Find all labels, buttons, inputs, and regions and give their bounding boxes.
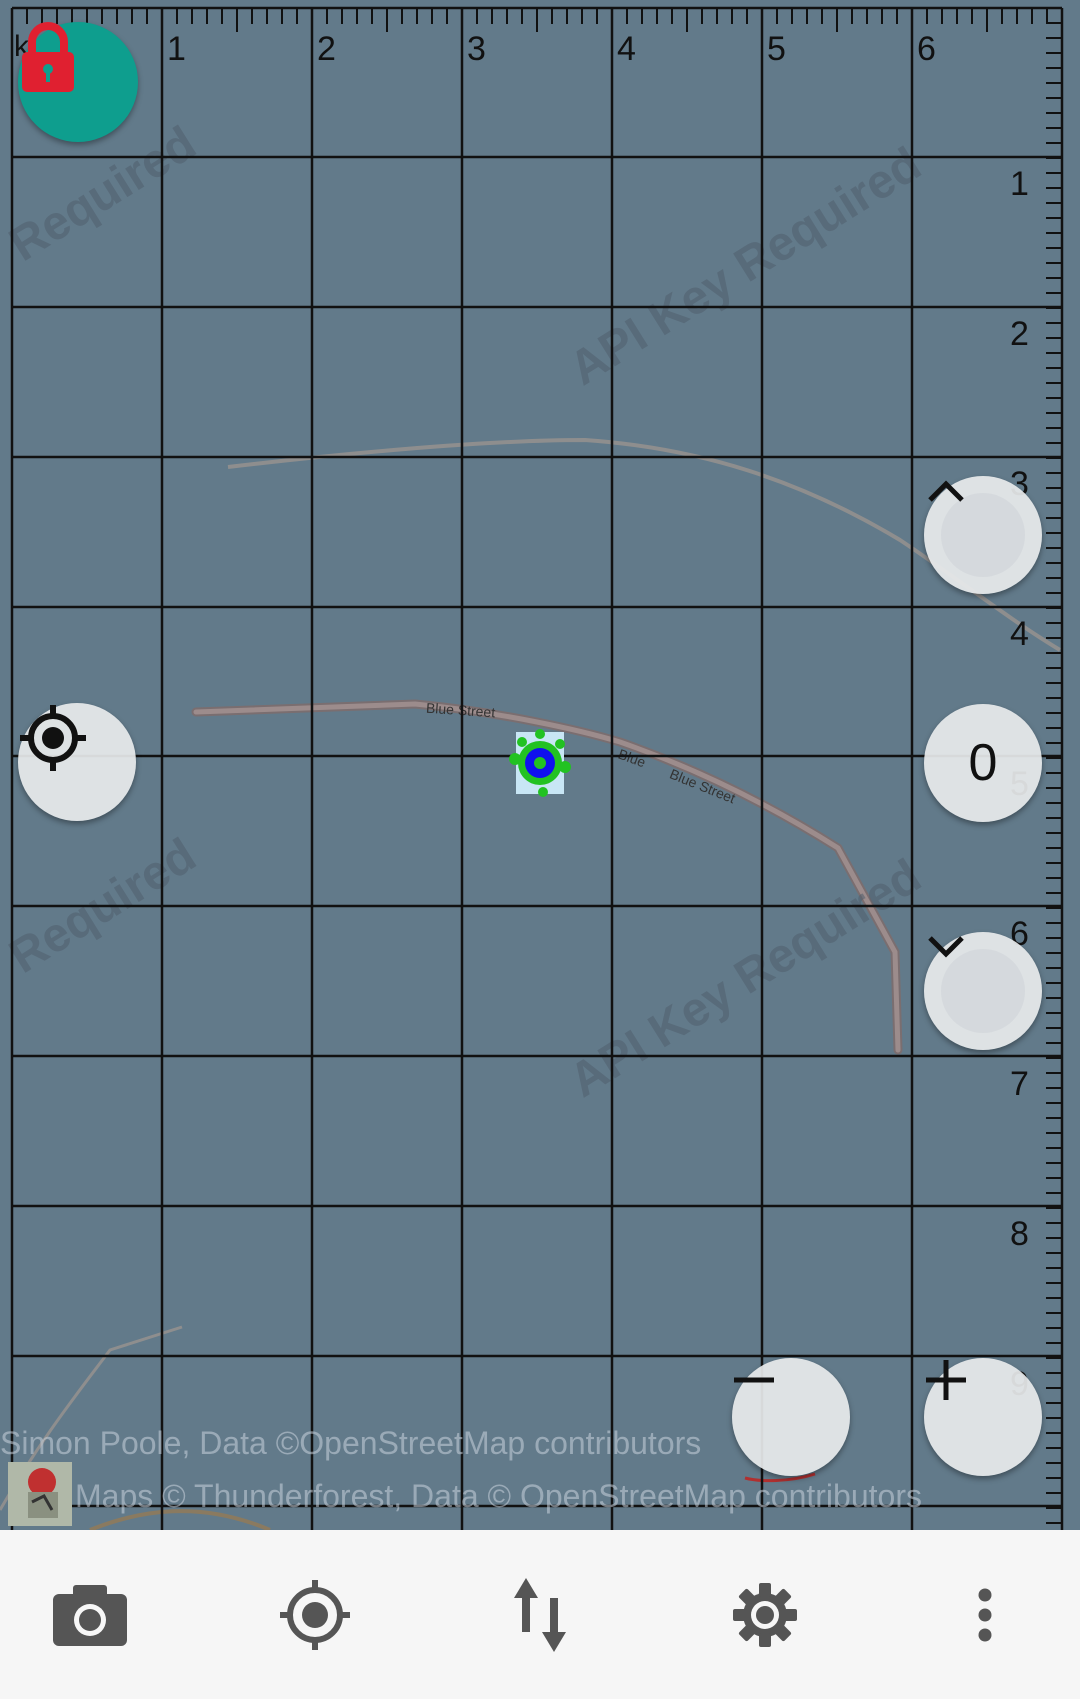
settings-button[interactable] — [710, 1560, 820, 1670]
map-view[interactable]: Blue Street Blue Blue Street API Key Req… — [0, 0, 1080, 1530]
attribution-line: Simon Poole, Data ©OpenStreetMap contrib… — [0, 1425, 702, 1461]
gps-location-icon — [280, 1580, 350, 1650]
top-ruler-label: 1 — [167, 30, 186, 68]
zoom-in-button[interactable] — [924, 1358, 1042, 1476]
top-ruler-label: 5 — [767, 30, 786, 68]
transfer-button[interactable] — [485, 1560, 595, 1670]
level-indicator[interactable]: 0 — [924, 704, 1042, 822]
top-ruler-label: 4 — [617, 30, 636, 68]
right-ruler-label: 7 — [1010, 1065, 1029, 1103]
right-ruler-label: 1 — [1010, 165, 1029, 203]
thunderforest-logo — [8, 1462, 72, 1526]
level-down-button[interactable] — [924, 932, 1042, 1050]
lock-button[interactable] — [18, 22, 138, 142]
more-options-button[interactable] — [930, 1560, 1040, 1670]
camera-button[interactable] — [35, 1560, 145, 1670]
attribution-line: Maps © Thunderforest, Data © OpenStreetM… — [75, 1478, 922, 1514]
right-ruler-label: 8 — [1010, 1215, 1029, 1253]
plus-icon — [926, 1360, 966, 1400]
chevron-up-icon — [928, 480, 964, 502]
level-value: 0 — [968, 734, 998, 792]
gps-position-marker — [509, 729, 571, 797]
lock-icon — [22, 22, 74, 92]
minus-icon — [734, 1377, 774, 1383]
zoom-out-button[interactable] — [732, 1358, 850, 1476]
transfer-icon — [514, 1578, 566, 1652]
top-ruler-label: 6 — [917, 30, 936, 68]
top-ruler-label: 2 — [317, 30, 336, 68]
bottom-toolbar — [0, 1530, 1080, 1699]
right-ruler-label: 2 — [1010, 315, 1029, 353]
more-vert-icon — [978, 1588, 992, 1642]
follow-gps-button[interactable] — [18, 703, 136, 821]
gps-location-button[interactable] — [260, 1560, 370, 1670]
crosshair-icon — [20, 705, 86, 771]
chevron-down-icon — [928, 936, 964, 958]
right-ruler-label: 4 — [1010, 615, 1029, 653]
level-up-button[interactable] — [924, 476, 1042, 594]
camera-icon — [53, 1585, 127, 1646]
settings-icon — [733, 1583, 797, 1647]
top-ruler-label: 3 — [467, 30, 486, 68]
